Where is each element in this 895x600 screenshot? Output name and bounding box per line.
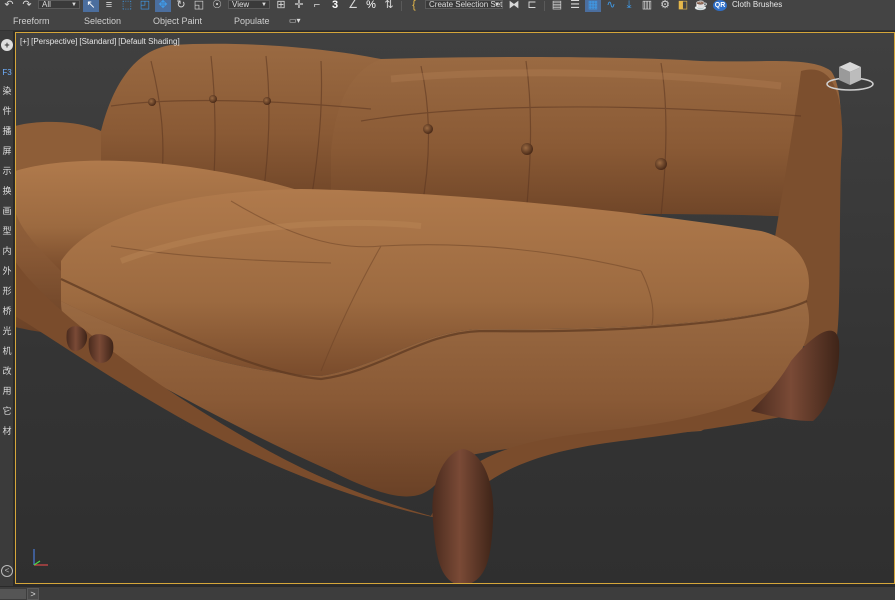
edit-named-sets-icon[interactable]: { — [406, 0, 422, 12]
left-strip-item[interactable]: 内 — [0, 246, 14, 257]
percent-snap-icon[interactable]: % — [363, 0, 379, 12]
select-place-icon[interactable]: ☉ — [209, 0, 225, 12]
left-strip-item[interactable]: 机 — [0, 346, 14, 357]
reference-coordinate-value: View — [232, 0, 250, 9]
selection-filter-value: All — [42, 0, 51, 9]
render-frame-icon[interactable]: ◧ — [675, 0, 691, 12]
schematic-view-icon[interactable]: ⤓ — [621, 0, 637, 12]
tab-populate[interactable]: Populate — [234, 16, 270, 26]
undo-icon[interactable]: ↶ — [1, 0, 17, 12]
left-command-strip: + F3 染件播屏示换画型内外形桥光机改用它材 < — [0, 31, 14, 586]
left-strip-item[interactable]: 型 — [0, 226, 14, 237]
use-pivot-icon[interactable]: ⊞ — [273, 0, 289, 12]
viewport-shading-menu[interactable]: [Default Shading] — [118, 37, 179, 46]
selection-filter-dropdown[interactable]: All ▼ — [38, 0, 80, 9]
snap-toggle-icon[interactable]: 3 — [327, 0, 343, 12]
select-rotate-icon[interactable]: ↻ — [173, 0, 189, 12]
left-strip-item[interactable]: 画 — [0, 206, 14, 217]
window-crossing-icon[interactable]: ◰ — [137, 0, 153, 12]
render-setup-icon[interactable]: ⚙ — [657, 0, 673, 12]
redo-icon[interactable]: ↷ — [19, 0, 35, 12]
select-move-icon[interactable]: ✥ — [155, 0, 171, 12]
left-strip-item[interactable]: 改 — [0, 366, 14, 377]
spinner-snap-icon[interactable]: ⇅ — [381, 0, 397, 12]
add-viewport-icon[interactable]: + — [1, 39, 13, 51]
left-strip-item[interactable]: 屏 — [0, 146, 14, 157]
select-by-name-icon[interactable]: ≡ — [101, 0, 117, 12]
chevron-down-icon: ▼ — [494, 2, 500, 8]
tab-freeform[interactable]: Freeform — [13, 16, 50, 26]
toggle-scene-explorer-icon[interactable]: ▤ — [549, 0, 565, 12]
timeline-bar: > — [0, 586, 895, 600]
axis-tripod-icon — [33, 549, 48, 566]
left-strip-item[interactable]: 示 — [0, 166, 14, 177]
keyboard-shortcut-override-icon[interactable]: ⌐ — [309, 0, 325, 12]
named-selection-placeholder: Create Selection Set — [429, 0, 503, 9]
left-strip-item[interactable]: 播 — [0, 126, 14, 137]
layer-explorer-icon[interactable]: ☰ — [567, 0, 583, 12]
viewport-view-menu[interactable]: [Perspective] — [31, 37, 77, 46]
left-strip-item[interactable]: 桥 — [0, 306, 14, 317]
align-icon[interactable]: ⊏ — [524, 0, 540, 12]
sofa-render — [16, 43, 843, 583]
f3-shortcut-label[interactable]: F3 — [0, 68, 14, 77]
toggle-ribbon-icon[interactable]: ▦ — [585, 0, 601, 12]
render-icon[interactable]: ☕ — [693, 0, 709, 12]
time-slider-track[interactable] — [0, 589, 26, 599]
toolbar-divider — [401, 1, 402, 11]
toolbar-divider — [544, 1, 545, 11]
left-strip-item[interactable]: 染 — [0, 86, 14, 97]
viewport-mode-menu[interactable]: [Standard] — [79, 37, 116, 46]
left-strip-item[interactable]: 它 — [0, 406, 14, 417]
collapse-panel-icon[interactable]: < — [1, 565, 13, 577]
select-object-icon[interactable]: ↖ — [83, 0, 99, 12]
tab-object-paint[interactable]: Object Paint — [153, 16, 202, 26]
perspective-viewport[interactable]: [+] [Perspective] [Standard] [Default Shadi… — [15, 32, 895, 584]
left-strip-item[interactable]: 件 — [0, 106, 14, 117]
named-selection-sets-dropdown[interactable]: Create Selection Set ▼ — [425, 0, 503, 9]
ribbon: Freeform Selection Object Paint Populate… — [0, 12, 895, 31]
ribbon-minimize-toggle[interactable]: ▭▾ — [289, 16, 309, 27]
chevron-down-icon: ▼ — [71, 2, 77, 8]
left-strip-item[interactable]: 光 — [0, 326, 14, 337]
next-frame-button[interactable]: > — [27, 588, 39, 600]
cloth-brushes-label[interactable]: Cloth Brushes — [732, 0, 782, 9]
viewport-label[interactable]: [+] [Perspective] [Standard] [Default Shadi… — [20, 37, 182, 46]
viewport-plus-menu[interactable]: [+] — [20, 37, 29, 46]
tab-selection[interactable]: Selection — [84, 16, 121, 26]
curve-editor-icon[interactable]: ∿ — [603, 0, 619, 12]
main-toolbar: ↶ ↷ All ▼ ↖ ≡ ⬚ ◰ ✥ ↻ ◱ ☉ View ▼ ⊞ ✛ ⌐ 3… — [0, 0, 895, 12]
left-strip-item[interactable]: 用 — [0, 386, 14, 397]
left-strip-item[interactable]: 材 — [0, 426, 14, 437]
left-strip-item[interactable]: 外 — [0, 266, 14, 277]
angle-snap-icon[interactable]: ∠ — [345, 0, 361, 12]
mirror-icon[interactable]: ⧓ — [506, 0, 522, 12]
material-editor-icon[interactable]: ▥ — [639, 0, 655, 12]
select-scale-icon[interactable]: ◱ — [191, 0, 207, 12]
viewcube-icon[interactable] — [825, 57, 875, 93]
move-3d-icon[interactable]: ✛ — [291, 0, 307, 12]
left-strip-item[interactable]: 形 — [0, 286, 14, 297]
rect-region-icon[interactable]: ⬚ — [119, 0, 135, 12]
qr-badge[interactable]: QR — [713, 0, 727, 11]
chevron-down-icon: ▼ — [261, 2, 267, 8]
reference-coordinate-dropdown[interactable]: View ▼ — [228, 0, 270, 9]
front-leg — [432, 449, 494, 583]
left-strip-item[interactable]: 换 — [0, 186, 14, 197]
